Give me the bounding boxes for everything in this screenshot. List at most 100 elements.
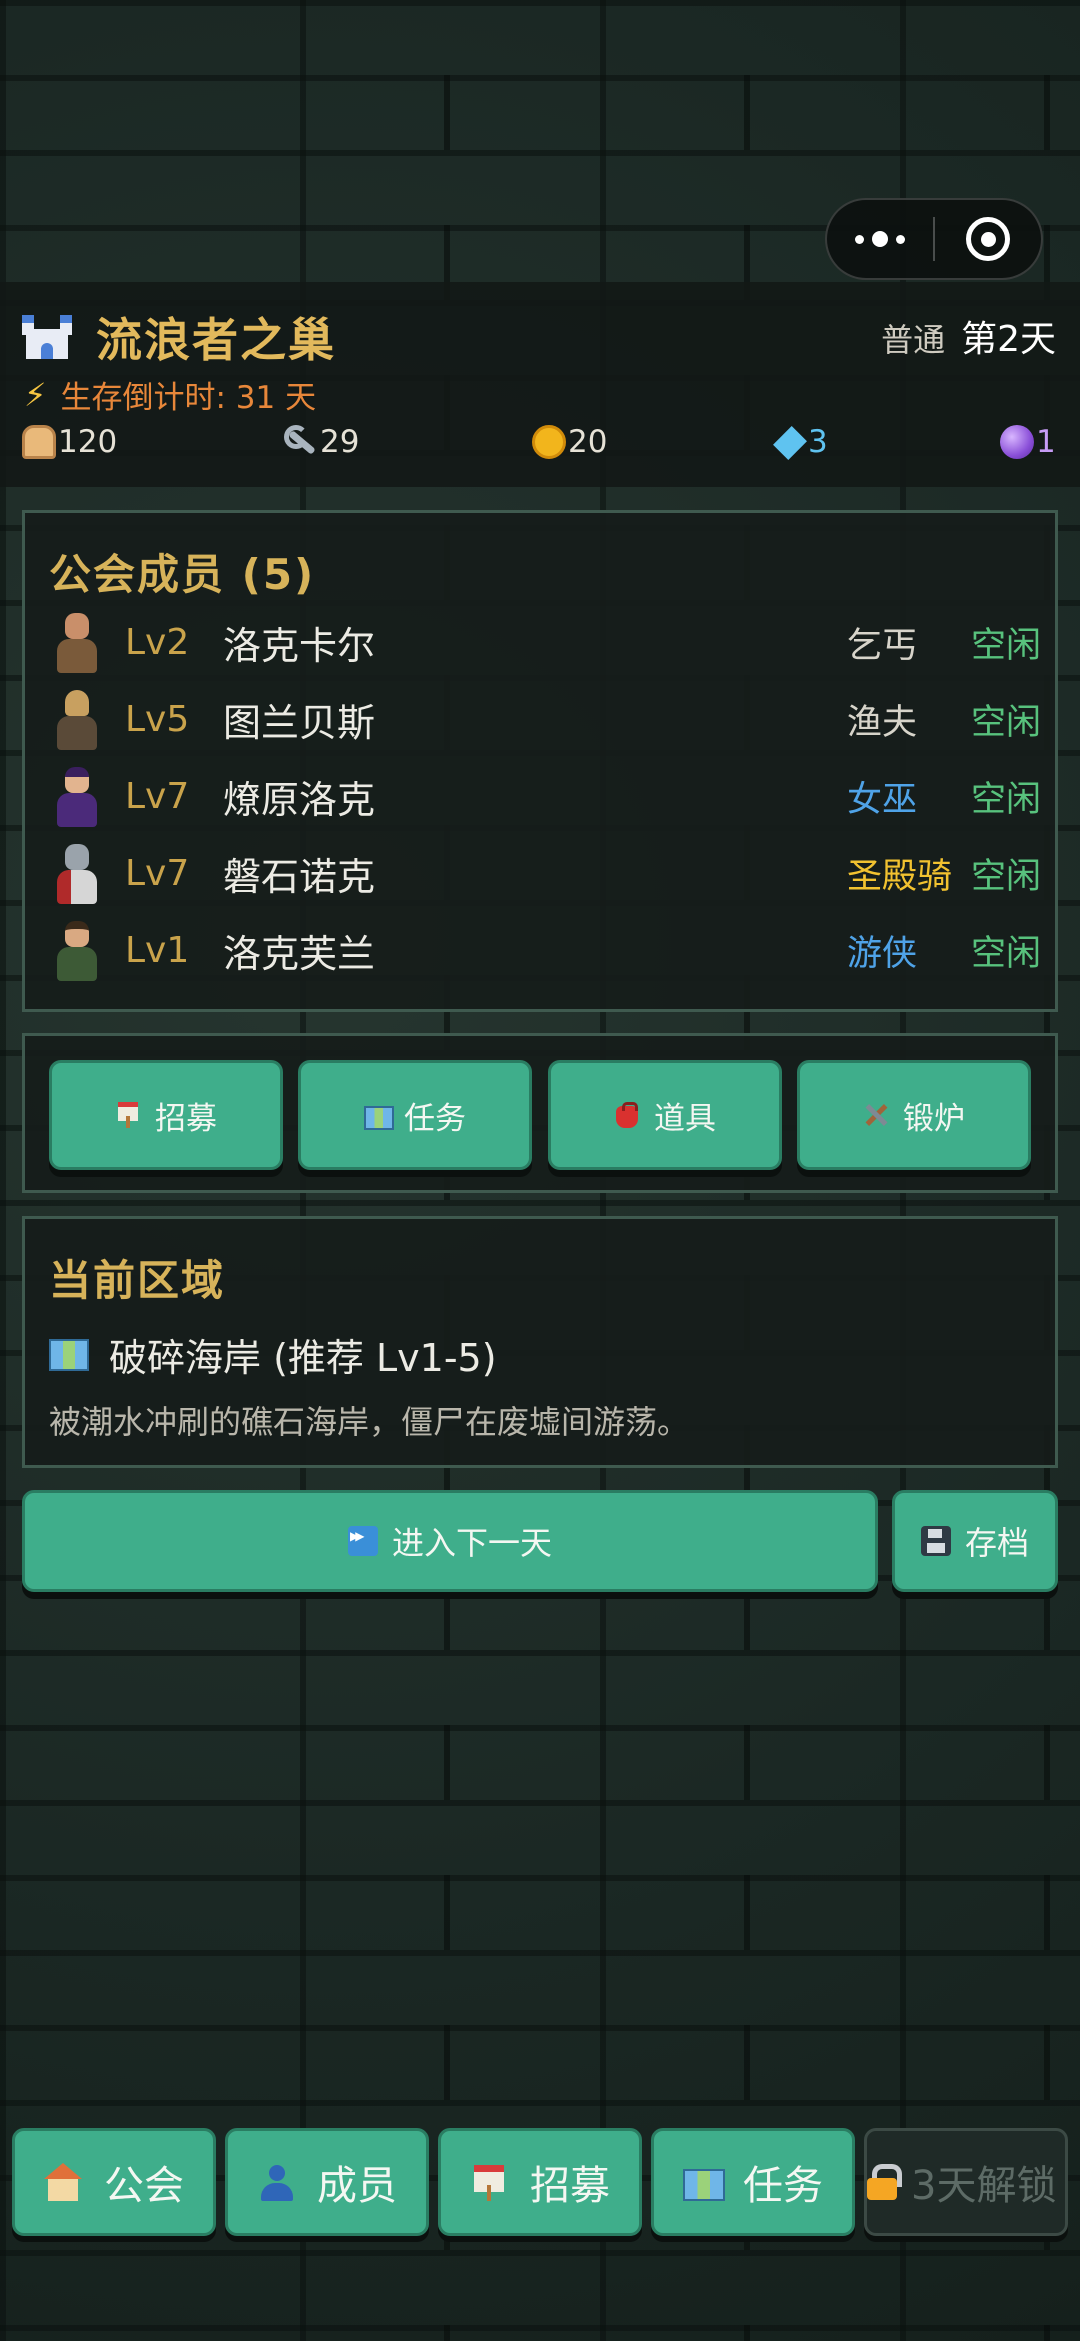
resource-gems: 3 <box>774 424 828 460</box>
map-icon <box>683 2163 725 2201</box>
dot-icon <box>855 234 864 244</box>
current-region-panel: 当前区域 破碎海岸 (推荐 Lv1-5) 被潮水冲刷的礁石海岸，僵尸在废墟间游荡… <box>22 1216 1058 1468</box>
member-status: 空闲 <box>970 702 1041 743</box>
castle-icon <box>22 315 72 359</box>
items-label: 道具 <box>654 1100 716 1137</box>
member-status: 空闲 <box>970 933 1041 974</box>
map-icon <box>49 1338 89 1371</box>
save-label: 存档 <box>964 1524 1029 1562</box>
member-row[interactable]: Lv2 洛克卡尔 乞丐 空闲 <box>51 607 1041 677</box>
member-avatar <box>51 688 103 750</box>
member-row[interactable]: Lv7 燎原洛克 女巫 空闲 <box>51 761 1041 831</box>
action-buttons-panel: 招募 任务 道具 锻炉 <box>22 1033 1058 1193</box>
close-miniprogram-button[interactable] <box>935 200 1041 278</box>
items-button[interactable]: 道具 <box>548 1060 782 1170</box>
member-class: 游侠 <box>847 933 918 974</box>
tab-members[interactable]: 成员 <box>225 2128 429 2236</box>
member-class: 圣殿骑 <box>847 856 953 897</box>
tab-label: 3天解锁 <box>911 2163 1057 2209</box>
tab-label: 招募 <box>530 2163 610 2209</box>
more-menu-button[interactable] <box>827 200 933 278</box>
resource-gold: 20 <box>532 424 607 460</box>
member-row[interactable]: Lv5 图兰贝斯 渔夫 空闲 <box>51 684 1041 754</box>
target-circle-icon <box>966 217 1010 261</box>
forge-button[interactable]: 锻炉 <box>797 1060 1031 1170</box>
difficulty-label: 普通 <box>881 321 946 359</box>
crystal-orb-icon <box>1000 425 1034 459</box>
resource-crystal: 1 <box>1000 424 1056 460</box>
region-description: 被潮水冲刷的礁石海岸，僵尸在废墟间游荡。 <box>49 1403 690 1441</box>
tab-locked[interactable]: 3天解锁 <box>864 2128 1068 2236</box>
guild-title-row: 流浪者之巢 <box>22 304 336 370</box>
survival-countdown: ⚡ 生存倒计时: 31 天 <box>24 372 316 417</box>
resource-value: 20 <box>568 424 608 460</box>
guild-members-panel: 公会成员 (5) Lv2 洛克卡尔 乞丐 空闲 Lv5 图兰贝斯 渔夫 空闲 L… <box>22 510 1058 1012</box>
resource-value: 3 <box>808 424 828 460</box>
recruit-label: 招募 <box>155 1100 217 1137</box>
member-level: Lv5 <box>125 698 190 740</box>
region-name-row: 破碎海岸 (推荐 Lv1-5) <box>49 1327 497 1382</box>
countdown-text: 生存倒计时: 31 天 <box>60 380 317 416</box>
member-status: 空闲 <box>970 779 1041 820</box>
resource-bar: 120 29 20 3 1 <box>22 424 1058 468</box>
next-day-label: 进入下一天 <box>391 1524 552 1562</box>
resource-value: 120 <box>58 424 118 460</box>
tab-quest[interactable]: 任务 <box>651 2128 855 2236</box>
tab-label: 任务 <box>743 2163 823 2209</box>
member-row[interactable]: Lv7 磐石诺克 圣殿骑 空闲 <box>51 838 1041 908</box>
guild-name: 流浪者之巢 <box>96 313 336 367</box>
member-avatar <box>51 919 103 981</box>
house-icon <box>44 2163 82 2201</box>
recruit-button[interactable]: 招募 <box>49 1060 283 1170</box>
fast-forward-icon <box>347 1526 378 1556</box>
member-name: 图兰贝斯 <box>223 700 376 745</box>
region-name: 破碎海岸 (推荐 Lv1-5) <box>109 1336 497 1380</box>
member-name: 洛克卡尔 <box>223 623 376 668</box>
quest-button[interactable]: 任务 <box>298 1060 532 1170</box>
resource-bread: 120 <box>22 424 117 460</box>
forge-label: 锻炉 <box>903 1100 965 1137</box>
signpost-icon <box>470 2163 508 2201</box>
tab-recruit[interactable]: 招募 <box>438 2128 642 2236</box>
floppy-disk-icon <box>920 1526 951 1556</box>
hammer-pick-icon <box>863 1102 889 1128</box>
tab-label: 成员 <box>317 2163 397 2209</box>
region-panel-title: 当前区域 <box>49 1256 226 1305</box>
map-icon <box>364 1102 394 1130</box>
lightning-icon: ⚡ <box>24 375 47 414</box>
bread-icon <box>22 425 56 459</box>
tab-guild[interactable]: 公会 <box>12 2128 216 2236</box>
quest-label: 任务 <box>404 1100 466 1137</box>
member-name: 洛克芙兰 <box>223 931 376 976</box>
signpost-icon <box>115 1102 141 1128</box>
member-row[interactable]: Lv1 洛克芙兰 游侠 空闲 <box>51 915 1041 985</box>
dot-icon <box>872 231 888 247</box>
tab-label: 公会 <box>104 2163 184 2209</box>
member-level: Lv7 <box>125 775 190 817</box>
backpack-icon <box>614 1102 640 1128</box>
member-avatar <box>51 842 103 904</box>
member-class: 乞丐 <box>847 625 918 666</box>
member-level: Lv2 <box>125 621 190 663</box>
member-status: 空闲 <box>970 625 1041 666</box>
save-button[interactable]: 存档 <box>892 1490 1058 1592</box>
member-level: Lv7 <box>125 852 190 894</box>
user-icon <box>257 2163 295 2201</box>
member-level: Lv1 <box>125 929 190 971</box>
miniprogram-capsule <box>825 198 1043 280</box>
member-class: 渔夫 <box>847 702 918 743</box>
resource-value: 1 <box>1036 424 1056 460</box>
member-avatar <box>51 765 103 827</box>
status-header: 流浪者之巢 普通 第2天 ⚡ 生存倒计时: 31 天 120 29 20 3 1 <box>0 282 1080 487</box>
next-day-button[interactable]: 进入下一天 <box>22 1490 878 1592</box>
member-class: 女巫 <box>847 779 918 820</box>
member-name: 燎原洛克 <box>223 777 376 822</box>
member-status: 空闲 <box>970 856 1041 897</box>
day-counter: 第2天 <box>961 319 1056 360</box>
gem-icon <box>774 425 806 459</box>
wrench-icon <box>284 425 318 459</box>
lock-icon <box>867 2164 902 2200</box>
coin-icon <box>532 425 566 459</box>
difficulty-day: 普通 第2天 <box>881 310 1056 362</box>
resource-value: 29 <box>320 424 360 460</box>
